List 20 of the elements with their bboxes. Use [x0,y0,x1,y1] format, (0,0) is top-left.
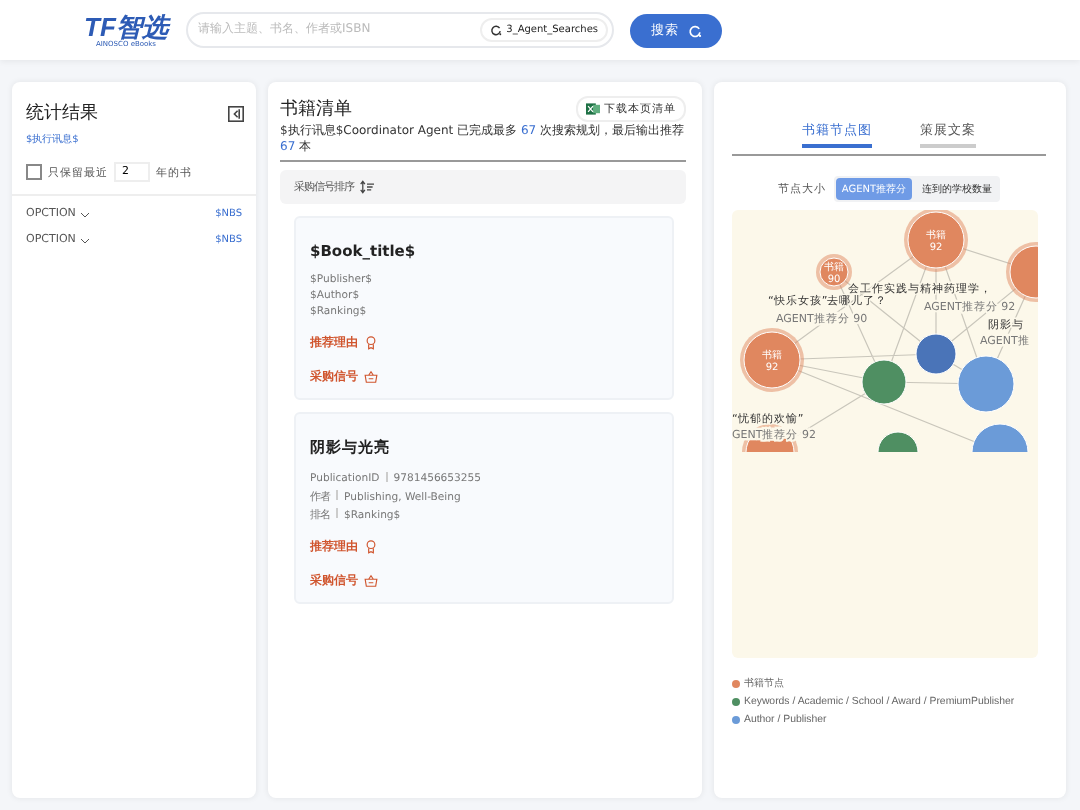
basket-icon [364,573,378,587]
basket-icon [364,370,378,384]
chevron-down-icon [79,211,90,217]
checkbox[interactable] [26,164,42,180]
collapse-icon[interactable] [228,105,244,121]
refresh-icon [687,23,701,37]
award-icon [364,539,378,553]
graph-node[interactable] [957,355,1015,413]
graph-node[interactable] [915,333,957,375]
graph-node[interactable] [877,431,919,452]
graph-node[interactable] [1006,242,1038,302]
panel-title: 书籍清单 [280,97,352,122]
award-icon [364,336,378,350]
graph-node[interactable] [861,359,907,405]
refresh-icon [490,24,503,36]
panel-title: 统计结果 [26,101,98,126]
graph-node[interactable] [971,423,1029,452]
chevron-down-icon [79,237,90,243]
spreadsheet-icon [586,102,600,116]
sort-icon [360,180,374,194]
